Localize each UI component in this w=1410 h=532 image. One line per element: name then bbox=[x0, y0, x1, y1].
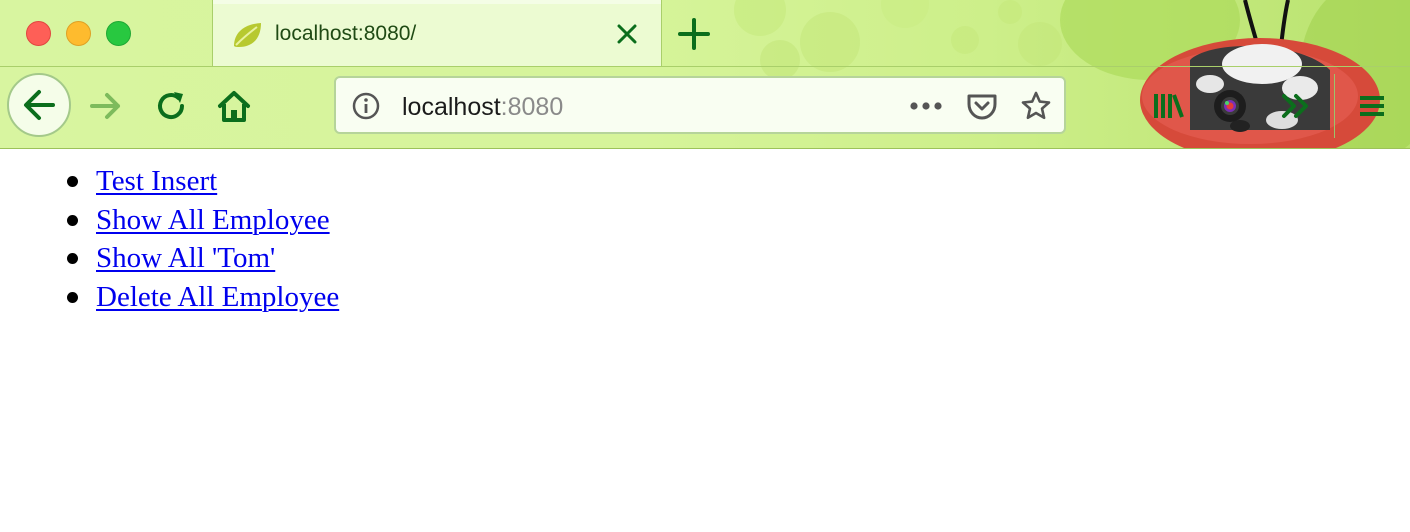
star-icon[interactable] bbox=[1020, 90, 1052, 122]
more-icon[interactable] bbox=[908, 92, 944, 120]
bullet bbox=[67, 253, 78, 264]
double-chevron-icon bbox=[1282, 94, 1308, 118]
back-button[interactable] bbox=[7, 73, 71, 137]
reload-button[interactable] bbox=[153, 88, 189, 124]
page-content: Test Insert Show All Employee Show All '… bbox=[0, 149, 1410, 532]
bullet bbox=[67, 176, 78, 187]
pocket-icon[interactable] bbox=[966, 90, 998, 122]
browser-chrome: localhost:8080/ localhost:8080 bbox=[0, 0, 1410, 149]
url-port: :8080 bbox=[500, 93, 564, 121]
show-all-tom-link[interactable]: Show All 'Tom' bbox=[96, 242, 275, 274]
show-all-employee-link[interactable]: Show All Employee bbox=[96, 204, 330, 236]
url-host: localhost bbox=[402, 93, 501, 121]
forward-button[interactable] bbox=[88, 88, 124, 124]
new-tab-button[interactable] bbox=[676, 16, 712, 52]
home-icon bbox=[218, 91, 250, 122]
menu-button[interactable] bbox=[1354, 88, 1390, 124]
info-icon[interactable] bbox=[352, 92, 380, 120]
back-arrow-icon bbox=[24, 90, 55, 120]
plus-icon bbox=[678, 18, 710, 50]
toolbar-divider bbox=[0, 66, 1410, 67]
tab-highlight bbox=[213, 0, 661, 4]
extension-button[interactable] bbox=[1212, 88, 1248, 124]
window-minimize-button[interactable] bbox=[66, 21, 91, 46]
home-button[interactable] bbox=[216, 88, 252, 124]
list-item: Test Insert bbox=[0, 163, 339, 202]
test-insert-link[interactable]: Test Insert bbox=[96, 165, 217, 197]
camera-lens-icon bbox=[1214, 90, 1246, 122]
list-item: Show All Employee bbox=[0, 202, 339, 241]
hamburger-menu-icon bbox=[1360, 96, 1384, 116]
reload-icon bbox=[158, 92, 185, 120]
toolbar-separator bbox=[1334, 74, 1335, 138]
url-text[interactable]: localhost:8080 bbox=[402, 93, 563, 121]
bullet bbox=[67, 291, 78, 303]
window-close-button[interactable] bbox=[26, 21, 51, 46]
list-item: Delete All Employee bbox=[0, 279, 339, 318]
library-button[interactable] bbox=[1150, 88, 1186, 124]
list-item: Show All 'Tom' bbox=[0, 240, 339, 279]
bullet bbox=[67, 214, 78, 226]
browser-tab[interactable]: localhost:8080/ bbox=[212, 0, 662, 66]
forward-arrow-icon bbox=[90, 93, 120, 119]
library-icon bbox=[1154, 94, 1184, 118]
link-list: Test Insert Show All Employee Show All '… bbox=[0, 163, 339, 317]
close-tab-icon[interactable] bbox=[613, 20, 641, 48]
delete-all-employee-link[interactable]: Delete All Employee bbox=[96, 281, 339, 313]
overflow-button[interactable] bbox=[1278, 88, 1314, 124]
tab-title: localhost:8080/ bbox=[275, 22, 417, 45]
address-bar[interactable]: localhost:8080 bbox=[334, 76, 1066, 134]
window-zoom-button[interactable] bbox=[106, 21, 131, 46]
spring-leaf-icon bbox=[231, 20, 263, 50]
